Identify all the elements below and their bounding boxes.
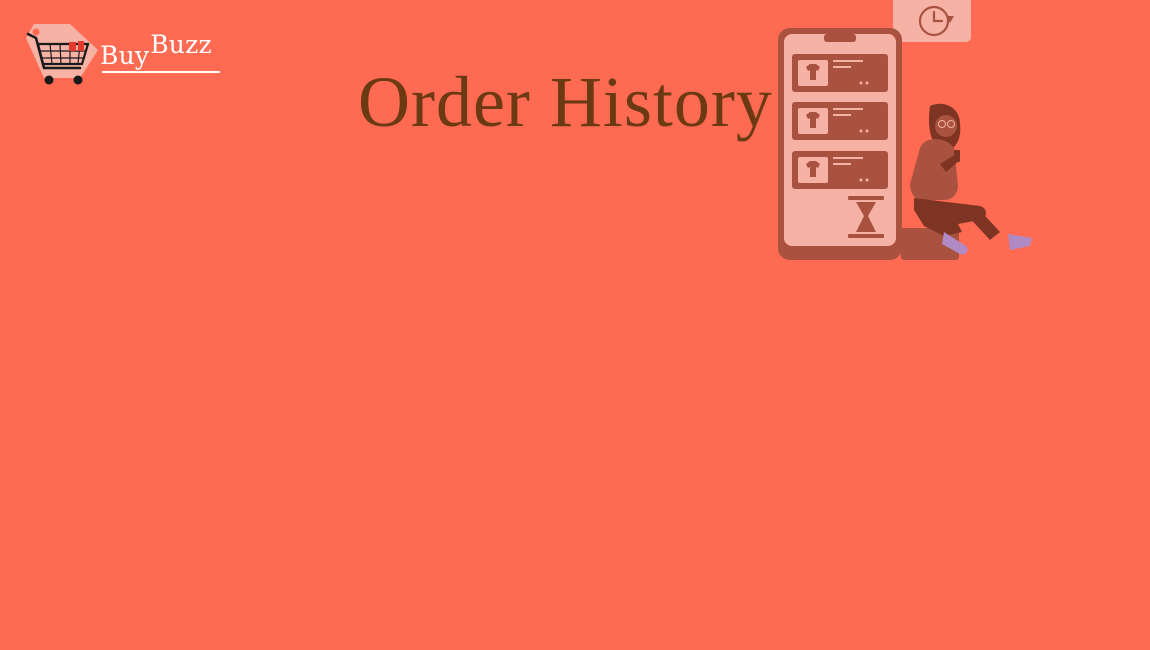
brand-logo[interactable]: BuyBuzz xyxy=(22,20,222,90)
woman-figure xyxy=(901,103,1032,260)
brand-underline xyxy=(102,71,220,73)
brand-name-part2: Buzz xyxy=(150,30,212,59)
brand-name-part1: Buy xyxy=(100,41,150,70)
history-clock-icon xyxy=(893,0,971,42)
order-history-illustration xyxy=(778,0,1032,260)
page-title: Order History xyxy=(358,62,773,142)
order-card xyxy=(792,54,888,92)
phone-mockup xyxy=(778,28,902,260)
shopping-cart-icon xyxy=(26,24,98,85)
order-card xyxy=(792,151,888,189)
brand-name: BuyBuzz xyxy=(100,32,212,68)
order-history-page: BuyBuzz Order History xyxy=(0,0,1150,650)
order-card xyxy=(792,102,888,140)
